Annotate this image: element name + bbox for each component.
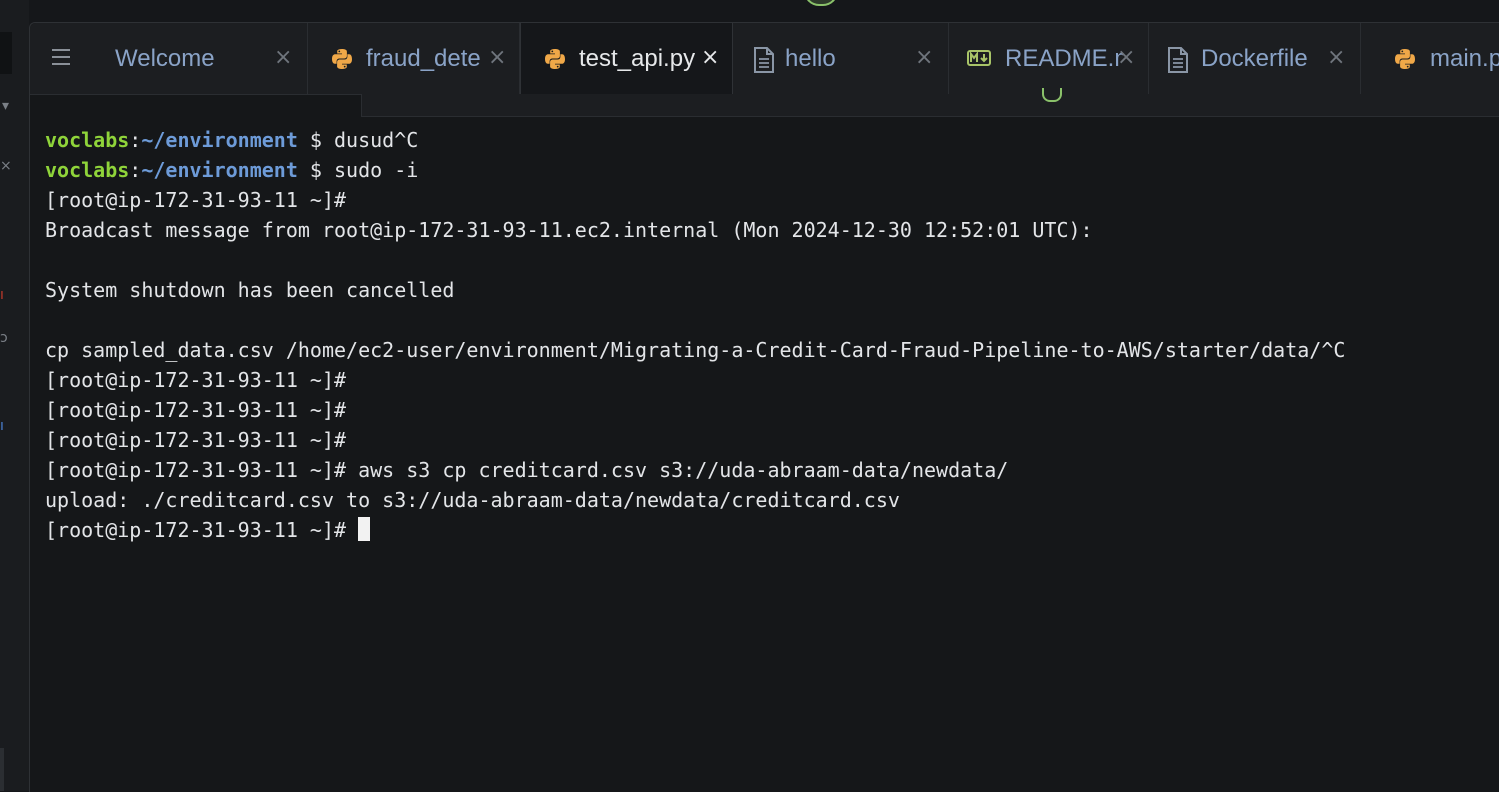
prompt-user: voclabs — [45, 158, 130, 182]
prompt-command: $ sudo -i — [297, 158, 419, 182]
terminal-toolbar — [361, 88, 1499, 117]
tab-label: fraud_dete — [366, 44, 481, 72]
tab-main[interactable]: main.p — [1361, 23, 1499, 94]
editor-pane: Welcome × fraud_dete × test_api.py × hel… — [29, 22, 1499, 792]
tab-label: README.m — [1005, 44, 1123, 72]
prompt-path: ~/environment — [141, 158, 298, 182]
terminal-line: Broadcast message from root@ip-172-31-93… — [45, 218, 1093, 242]
terminal-output[interactable]: voclabs:~/environment $ dusud^C voclabs:… — [45, 125, 1485, 775]
sidebar-bottom-block — [0, 748, 4, 791]
error-marker-icon: ı — [0, 287, 4, 303]
terminal-line: [root@ip-172-31-93-11 ~]# aws s3 cp cred… — [45, 458, 1009, 482]
terminal-line: [root@ip-172-31-93-11 ~]# — [45, 188, 347, 212]
close-icon[interactable]: × — [1327, 45, 1345, 70]
sidebar-link-marker-icon: ı — [0, 418, 4, 434]
tab-label: Welcome — [115, 44, 215, 72]
terminal-line: [root@ip-172-31-93-11 ~]# — [45, 398, 347, 422]
terminal-line: upload: ./creditcard.csv to s3://uda-abr… — [45, 488, 900, 512]
tab-label: hello — [785, 44, 836, 72]
close-icon[interactable]: × — [701, 45, 719, 70]
prompt-path: ~/environment — [141, 128, 298, 152]
sidebar-active-block — [0, 32, 12, 74]
window-top-bar — [29, 0, 1499, 22]
terminal-line: cp sampled_data.csv /home/ec2-user/envir… — [45, 338, 1346, 362]
tab-label: main.p — [1430, 44, 1499, 72]
tab-bar: Welcome × fraud_dete × test_api.py × hel… — [30, 23, 1499, 95]
chevron-down-icon[interactable]: ▾ — [2, 98, 9, 114]
terminal-line: System shutdown has been cancelled — [45, 278, 455, 302]
file-icon — [754, 47, 774, 73]
prompt-separator: : — [129, 128, 142, 152]
close-icon[interactable]: × — [488, 45, 506, 70]
terminal-line: voclabs:~/environment $ sudo -i — [45, 155, 1485, 185]
markdown-icon — [967, 50, 991, 66]
tab-dockerfile[interactable]: Dockerfile × — [1149, 23, 1361, 94]
prompt-command: $ dusud^C — [297, 128, 419, 152]
tab-menu-icon[interactable] — [52, 49, 72, 67]
close-icon[interactable]: × — [1117, 45, 1135, 70]
prompt-separator: : — [129, 158, 142, 182]
status-indicator-icon — [1042, 88, 1062, 102]
close-icon[interactable]: × — [274, 45, 292, 70]
tab-fraud-detection[interactable]: fraud_dete × — [308, 23, 520, 94]
python-icon — [1395, 49, 1415, 69]
tab-test-api[interactable]: test_api.py × — [520, 23, 733, 94]
prompt-user: voclabs — [45, 128, 130, 152]
prompt-text: [root@ip-172-31-93-11 ~]# — [45, 518, 359, 542]
left-sidebar-strip: ▾ × ı ɔ ı — [0, 0, 29, 791]
python-icon — [332, 49, 352, 69]
terminal-line: [root@ip-172-31-93-11 ~]# — [45, 368, 347, 392]
tab-hello[interactable]: hello × — [733, 23, 949, 94]
tab-welcome[interactable]: Welcome × — [92, 23, 308, 94]
terminal-cursor[interactable] — [358, 517, 371, 541]
tab-label: test_api.py — [579, 45, 696, 72]
status-indicator-icon — [804, 0, 838, 6]
close-icon[interactable]: × — [915, 45, 933, 70]
terminal-line: [root@ip-172-31-93-11 ~]# — [45, 428, 347, 452]
terminal-line: voclabs:~/environment $ dusud^C — [45, 125, 1485, 155]
tab-label: Dockerfile — [1201, 44, 1308, 72]
close-icon[interactable]: × — [0, 158, 12, 174]
terminal-prompt-line: [root@ip-172-31-93-11 ~]# — [45, 515, 1485, 545]
file-icon — [1168, 47, 1188, 73]
python-icon — [545, 49, 565, 69]
tab-readme[interactable]: README.m × — [949, 23, 1149, 94]
sidebar-marker-icon: ɔ — [0, 330, 8, 346]
